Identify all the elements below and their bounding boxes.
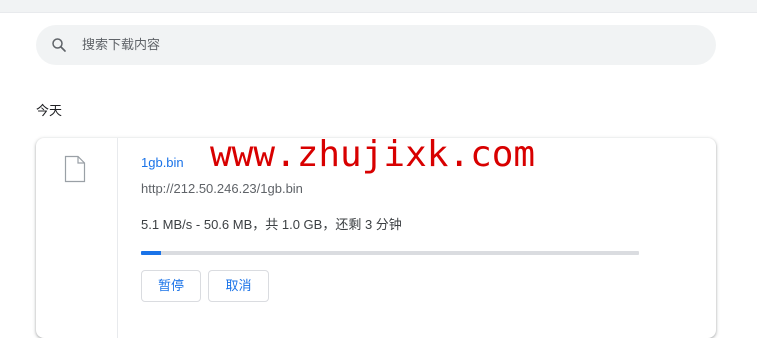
- file-url: http://212.50.246.23/1gb.bin: [141, 181, 303, 196]
- file-icon: [64, 155, 86, 183]
- download-status: 5.1 MB/s - 50.6 MB，共 1.0 GB，还剩 3 分钟: [141, 217, 402, 232]
- search-input[interactable]: 搜索下载内容: [82, 36, 160, 54]
- section-title-today: 今天: [36, 103, 63, 118]
- progress-bar: [141, 251, 639, 255]
- progress-fill: [141, 251, 161, 255]
- pause-button[interactable]: 暂停: [141, 270, 201, 302]
- card-divider: [117, 138, 118, 338]
- top-toolbar-strip: [0, 0, 757, 13]
- cancel-button[interactable]: 取消: [208, 270, 269, 302]
- search-bar[interactable]: 搜索下载内容: [36, 25, 716, 65]
- search-icon: [52, 38, 66, 52]
- file-name-link[interactable]: 1gb.bin: [141, 155, 184, 171]
- watermark-text: www.zhujixk.com: [210, 134, 536, 175]
